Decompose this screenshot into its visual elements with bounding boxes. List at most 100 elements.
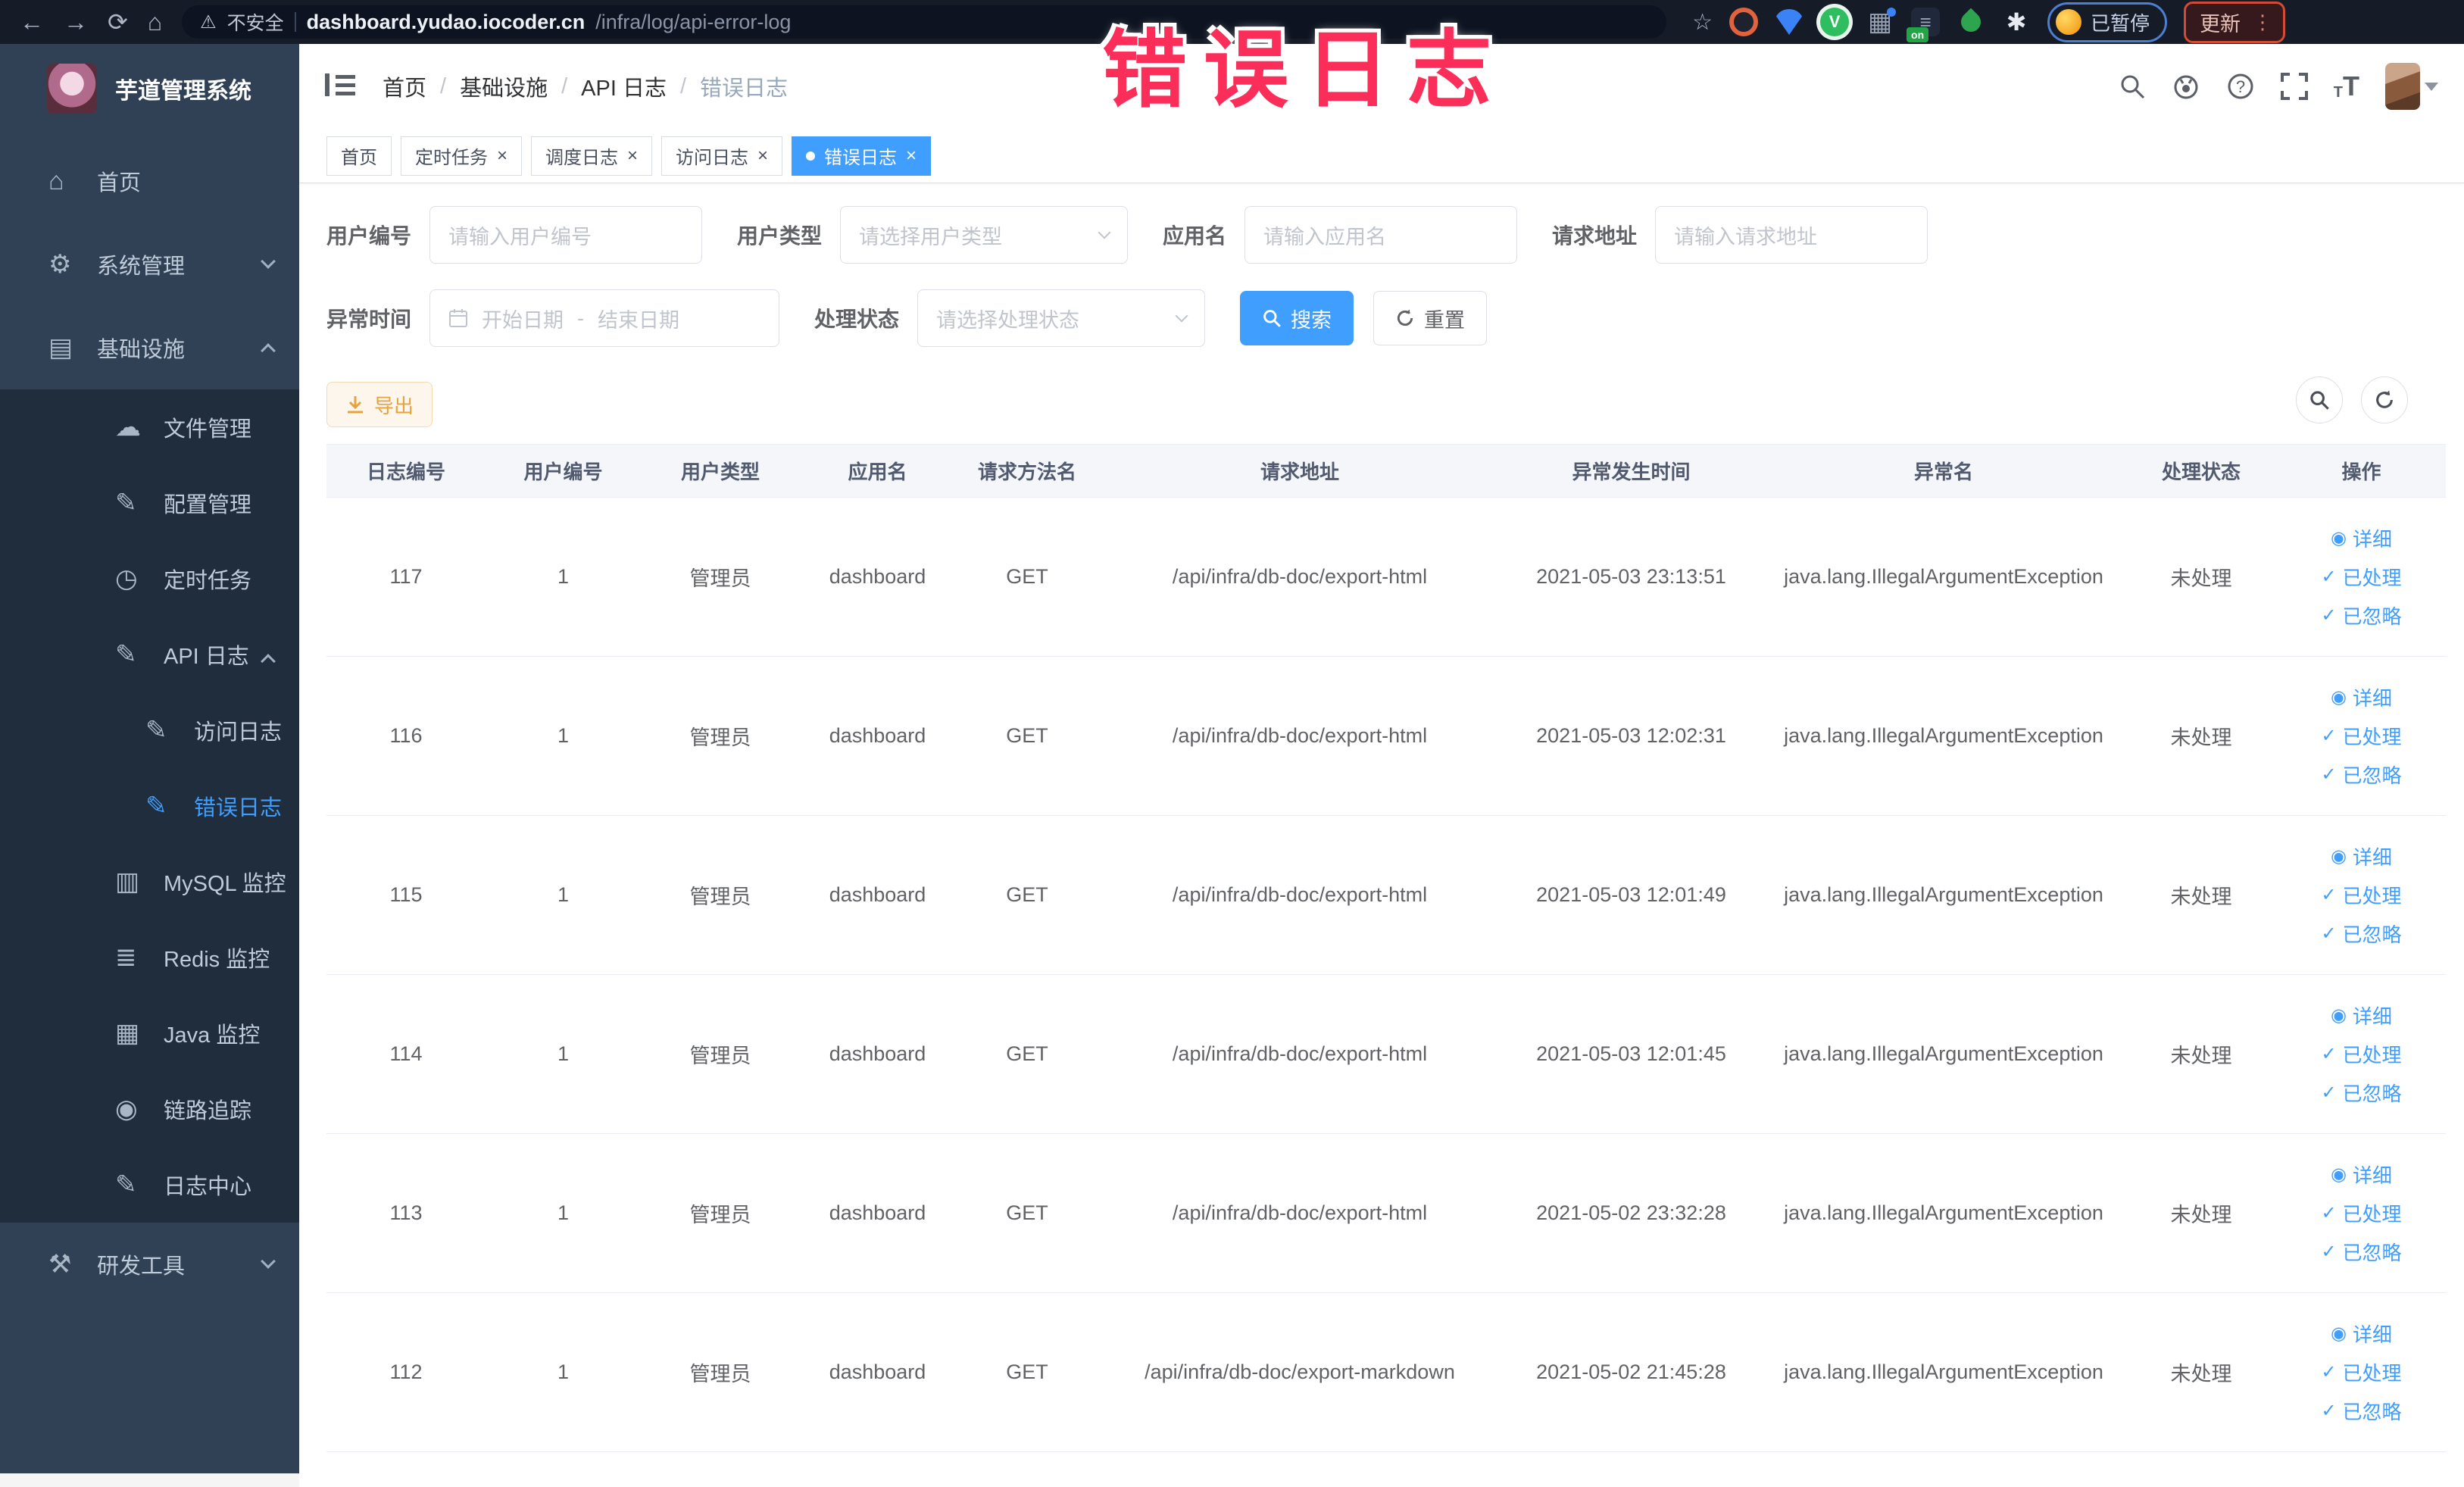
row-action-已忽略[interactable]: ✓ 已忽略 <box>2321 761 2401 789</box>
reset-button[interactable]: 重置 <box>1373 291 1488 345</box>
row-action-详细[interactable]: ◉ 详细 <box>2331 1320 2392 1348</box>
sidebar-item-trace[interactable]: ◉ 链路追踪 <box>0 1071 299 1147</box>
column-header: 请求地址 <box>1099 444 1501 498</box>
sidebar-item-access-log[interactable]: ✎ 访问日志 <box>0 692 299 768</box>
github-icon[interactable] <box>2172 72 2200 101</box>
sidebar-item-mysql-monitor[interactable]: ▥ MySQL 监控 <box>0 844 299 920</box>
status-select[interactable]: 请选择处理状态 <box>917 289 1206 347</box>
sidebar-item-java-monitor[interactable]: ▦ Java 监控 <box>0 995 299 1071</box>
search-icon[interactable] <box>2119 73 2146 100</box>
cell-url: /api/infra/db-doc/export-html <box>1099 1133 1501 1293</box>
font-size-icon[interactable]: TT <box>2334 73 2359 101</box>
breadcrumb-infrastructure[interactable]: 基础设施 <box>460 70 548 102</box>
tab-定时任务[interactable]: 定时任务 × <box>401 136 523 176</box>
toggle-search-button[interactable] <box>2296 376 2343 423</box>
tab-首页[interactable]: 首页 <box>326 136 392 176</box>
row-action-已忽略[interactable]: ✓ 已忽略 <box>2321 1397 2401 1425</box>
row-action-已忽略[interactable]: ✓ 已忽略 <box>2321 1079 2401 1107</box>
paused-extension-pill[interactable]: 已暂停 <box>2047 2 2168 42</box>
sidebar-item-label: API 日志 <box>164 645 249 669</box>
tab-调度日志[interactable]: 调度日志 × <box>531 136 653 176</box>
sidebar-item-label: Java 监控 <box>164 1023 261 1048</box>
row-action-已处理[interactable]: ✓ 已处理 <box>2321 563 2401 591</box>
sidebar-item-dev-tools[interactable]: ⚒ 研发工具 <box>0 1223 299 1306</box>
table-row: 112 1 管理员 dashboard GET/api/infra/db-doc/exp… <box>326 1292 2446 1452</box>
search-icon <box>1263 310 1281 327</box>
row-action-详细[interactable]: ◉ 详细 <box>2331 524 2392 552</box>
hamburger-icon[interactable] <box>325 72 355 102</box>
column-header: 异常名 <box>1762 444 2125 498</box>
cell-method: GET <box>955 815 1099 975</box>
extension-shield-icon[interactable] <box>1775 9 1804 35</box>
user-id-input[interactable]: 请输入用户编号 <box>429 206 703 264</box>
close-icon[interactable]: × <box>906 146 917 165</box>
table-row: 113 1 管理员 dashboard GET/api/infra/db-doc/exp… <box>326 1133 2446 1293</box>
file-icon: ☁ <box>115 413 141 442</box>
tab-错误日志[interactable]: 错误日志 × <box>792 136 932 176</box>
gear-icon: ⚙ <box>48 250 72 279</box>
back-icon[interactable]: ← <box>20 0 44 44</box>
sidebar-item-redis-monitor[interactable]: ≣ Redis 监控 <box>0 920 299 995</box>
security-label: 不安全 <box>226 13 284 34</box>
row-action-已处理[interactable]: ✓ 已处理 <box>2321 1358 2401 1386</box>
export-button[interactable]: 导出 <box>326 382 433 427</box>
row-action-已处理[interactable]: ✓ 已处理 <box>2321 881 2401 909</box>
close-icon[interactable]: × <box>497 146 507 165</box>
row-action-已处理[interactable]: ✓ 已处理 <box>2321 1040 2401 1068</box>
home-nav-icon[interactable]: ⌂ <box>148 0 162 44</box>
forward-icon[interactable]: → <box>64 0 88 44</box>
breadcrumb-home[interactable]: 首页 <box>383 70 426 102</box>
row-action-详细[interactable]: ◉ 详细 <box>2331 683 2392 711</box>
fullscreen-icon[interactable] <box>2280 73 2308 100</box>
error-time-range-input[interactable]: 开始日期 - 结束日期 <box>429 289 780 347</box>
user-type-label: 用户类型 <box>737 224 823 248</box>
row-action-详细[interactable]: ◉ 详细 <box>2331 842 2392 870</box>
check-icon: ✓ <box>2321 923 2337 944</box>
close-icon[interactable]: × <box>627 146 638 165</box>
sidebar-item-infrastructure[interactable]: ▤ 基础设施 <box>0 306 299 389</box>
user-type-select[interactable]: 请选择用户类型 <box>840 206 1129 264</box>
logo-row[interactable]: 芋道管理系统 <box>0 44 299 132</box>
breadcrumb-api-log[interactable]: API 日志 <box>581 70 667 102</box>
row-action-详细[interactable]: ◉ 详细 <box>2331 1001 2392 1029</box>
bookmark-star-icon[interactable]: ☆ <box>1692 9 1713 36</box>
sidebar-item-label: 基础设施 <box>97 338 186 362</box>
row-action-已忽略[interactable]: ✓ 已忽略 <box>2321 1238 2401 1266</box>
sidebar-item-api-log[interactable]: ✎ API 日志 <box>0 617 299 692</box>
request-url-input[interactable]: 请输入请求地址 <box>1655 206 1928 264</box>
extension-v-icon[interactable]: V <box>1820 8 1850 36</box>
sidebar-item-log-center[interactable]: ✎ 日志中心 <box>0 1147 299 1223</box>
row-action-已处理[interactable]: ✓ 已处理 <box>2321 722 2401 750</box>
app-name-input[interactable]: 请输入应用名 <box>1244 206 1518 264</box>
search-button[interactable]: 搜索 <box>1240 291 1354 345</box>
extension-puzzle-icon[interactable]: ✱ <box>2002 8 2031 36</box>
extension-grid-icon[interactable]: ▦ <box>1866 8 1897 36</box>
table-row: 114 1 管理员 dashboard GET/api/infra/db-doc/exp… <box>326 974 2446 1134</box>
row-action-详细[interactable]: ◉ 详细 <box>2331 1161 2392 1189</box>
check-icon: ✓ <box>2321 1242 2337 1262</box>
eye-icon: ◉ <box>2331 1164 2347 1185</box>
row-action-已忽略[interactable]: ✓ 已忽略 <box>2321 920 2401 948</box>
extension-orange-icon[interactable] <box>1729 8 1759 36</box>
extension-on-icon[interactable]: ≡ on <box>1907 8 1941 42</box>
close-icon[interactable]: × <box>757 146 768 165</box>
kebab-menu-icon[interactable]: ⋮ <box>2253 11 2272 34</box>
check-icon: ✓ <box>2321 1362 2337 1382</box>
sidebar-item-error-log[interactable]: ✎ 错误日志 <box>0 768 299 844</box>
reload-icon[interactable]: ⟳ <box>108 0 128 44</box>
row-action-已处理[interactable]: ✓ 已处理 <box>2321 1199 2401 1227</box>
sidebar-item-scheduled-tasks[interactable]: ◷ 定时任务 <box>0 541 299 617</box>
sidebar-item-home[interactable]: ⌂ 首页 <box>0 139 299 223</box>
cell-exception: java.lang.IllegalArgumentException <box>1762 1292 2125 1452</box>
sidebar-item-file-management[interactable]: ☁ 文件管理 <box>0 389 299 465</box>
sidebar-item-config-management[interactable]: ✎ 配置管理 <box>0 465 299 541</box>
tab-访问日志[interactable]: 访问日志 × <box>661 136 783 176</box>
help-icon[interactable]: ? <box>2226 72 2255 101</box>
sidebar-item-system-management[interactable]: ⚙ 系统管理 <box>0 223 299 306</box>
refresh-table-button[interactable] <box>2361 376 2408 423</box>
user-avatar[interactable] <box>2385 63 2420 110</box>
row-action-已忽略[interactable]: ✓ 已忽略 <box>2321 601 2401 629</box>
mysql-monitor-icon: ▥ <box>115 867 140 896</box>
extension-leaf-icon[interactable] <box>1957 8 1985 36</box>
update-button[interactable]: 更新 ⋮ <box>2184 1 2286 43</box>
